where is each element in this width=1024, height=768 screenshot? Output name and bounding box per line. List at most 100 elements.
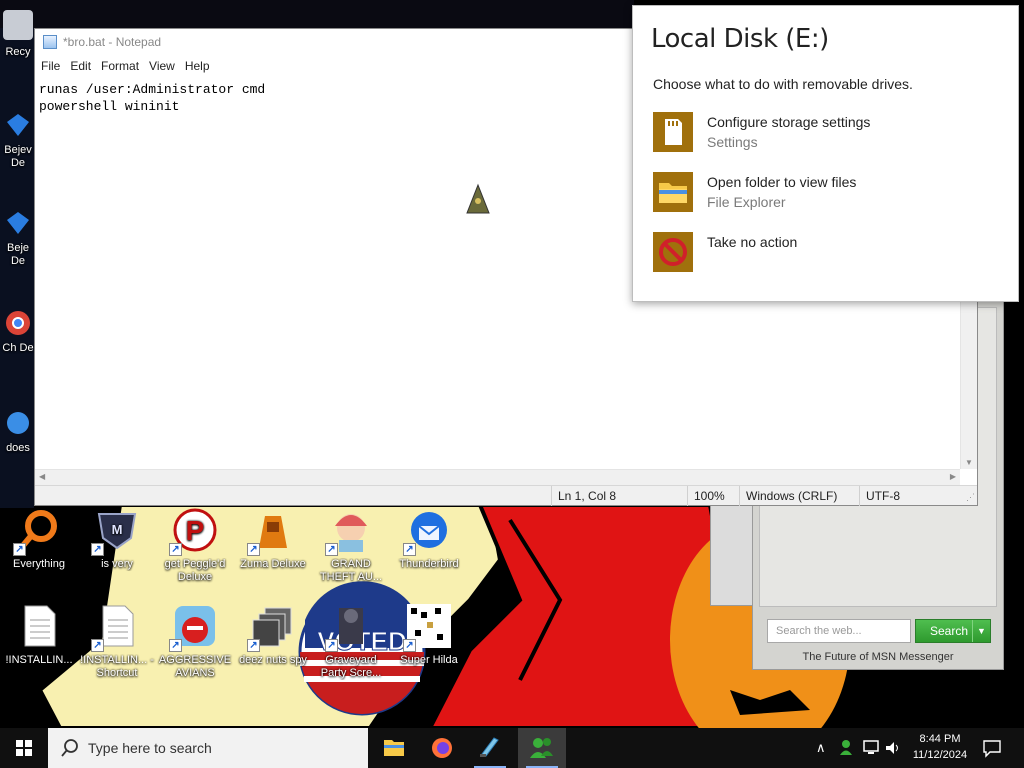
stacked-windows-icon: ↗ bbox=[247, 604, 295, 652]
text-file-icon bbox=[17, 604, 61, 648]
desktop-icon-gta[interactable]: ↗ GRAND THEFT AU... bbox=[312, 504, 390, 596]
autoplay-subtitle: Choose what to do with removable drives. bbox=[653, 76, 913, 92]
text-file-icon: ↗ bbox=[91, 604, 139, 652]
folder-icon bbox=[384, 740, 404, 756]
folder-icon bbox=[653, 172, 693, 212]
app-icon bbox=[5, 410, 31, 436]
search-icon bbox=[61, 739, 78, 757]
desktop-icon-label: GRAND THEFT AU... bbox=[319, 558, 383, 583]
msn-search-button[interactable]: Search ▼ bbox=[915, 619, 991, 643]
desktop-icon-is-very[interactable]: M ↗ is very bbox=[78, 504, 156, 596]
shortcut-arrow-icon: ↗ bbox=[325, 543, 338, 556]
menu-format[interactable]: Format bbox=[101, 59, 147, 73]
status-line-ending: Windows (CRLF) bbox=[739, 486, 857, 506]
start-button[interactable] bbox=[0, 728, 48, 768]
notification-icon[interactable] bbox=[982, 738, 1002, 758]
desktop-icon-label: !INSTALLIN... bbox=[5, 654, 73, 666]
desktop-icon-deez-nuts-spy[interactable]: ↗ deez nuts spy bbox=[234, 600, 312, 692]
scroll-down-arrow-icon[interactable]: ▼ bbox=[965, 458, 973, 467]
shortcut-arrow-icon: ↗ bbox=[403, 639, 416, 652]
menu-edit[interactable]: Edit bbox=[70, 59, 99, 73]
status-encoding: UTF-8 bbox=[859, 486, 959, 506]
status-cursor-position: Ln 1, Col 8 bbox=[551, 486, 685, 506]
taskbar-search-placeholder: Type here to search bbox=[88, 740, 212, 756]
autoplay-option-label: Take no action bbox=[707, 234, 798, 250]
scroll-right-arrow-icon[interactable]: ▶ bbox=[950, 472, 956, 481]
shield-logo-icon: M ↗ bbox=[91, 508, 139, 556]
taskbar-clock[interactable]: 8:44 PM 11/12/2024 bbox=[906, 731, 974, 763]
desktop-icon-installin-1[interactable]: !INSTALLIN... bbox=[0, 600, 78, 692]
desktop-icon-bejeweled-1[interactable]: Bejev De bbox=[0, 108, 36, 200]
desktop-icon-does[interactable]: does bbox=[0, 406, 36, 498]
autoplay-option-open-folder[interactable]: Open folder to view files File Explorer bbox=[653, 172, 993, 216]
desktop-icon-thunderbird[interactable]: ↗ Thunderbird bbox=[390, 504, 468, 596]
shortcut-arrow-icon: ↗ bbox=[91, 543, 104, 556]
notepad-title: *bro.bat - Notepad bbox=[63, 35, 162, 49]
sd-card-icon bbox=[653, 112, 693, 152]
bejeweled-icon bbox=[5, 210, 31, 236]
desktop-icon-graveyard-party[interactable]: ↗ Graveyard Party Scre... bbox=[312, 600, 390, 692]
autoplay-option-label: Configure storage settings bbox=[707, 114, 871, 130]
chevron-down-icon[interactable]: ▼ bbox=[972, 620, 990, 642]
autoplay-option-sub: Settings bbox=[707, 134, 758, 150]
resize-grip-icon[interactable]: ⋰ bbox=[966, 492, 975, 503]
network-icon[interactable] bbox=[862, 739, 880, 757]
autoplay-option-take-no-action[interactable]: Take no action bbox=[653, 232, 993, 276]
anime-character-icon: ↗ bbox=[325, 508, 373, 556]
taskbar-notepad[interactable] bbox=[466, 728, 514, 768]
menu-help[interactable]: Help bbox=[185, 59, 218, 73]
bejeweled-icon bbox=[5, 112, 31, 138]
autoplay-flyout: Local Disk (E:) Choose what to do with r… bbox=[632, 5, 1019, 302]
msn-search-input[interactable]: Search the web... bbox=[767, 619, 911, 643]
shortcut-arrow-icon: ↗ bbox=[91, 639, 104, 652]
desktop-icon-chrome[interactable]: Ch De bbox=[0, 306, 36, 398]
desktop-icon-bejeweled-2[interactable]: Beje De bbox=[0, 206, 36, 298]
notepad-icon bbox=[480, 737, 499, 757]
desktop-icon-label: is very bbox=[101, 558, 133, 570]
desktop-icon-super-hilda[interactable]: ↗ Super Hilda bbox=[390, 600, 468, 692]
chevron-up-icon[interactable]: ∧ bbox=[816, 740, 826, 756]
desktop-icon-zuma[interactable]: ↗ Zuma Deluxe bbox=[234, 504, 312, 596]
menu-file[interactable]: File bbox=[41, 59, 68, 73]
desktop-icon-label: Thunderbird bbox=[399, 558, 459, 570]
thunderbird-icon: ↗ bbox=[403, 508, 451, 556]
volume-icon[interactable] bbox=[884, 739, 902, 757]
shortcut-arrow-icon: ↗ bbox=[247, 543, 260, 556]
taskbar-file-explorer[interactable] bbox=[370, 728, 418, 768]
desktop-icon-aggressive-avians[interactable]: ↗ AGGRESSIVE AVIANS bbox=[156, 600, 234, 692]
taskbar-firefox[interactable] bbox=[418, 728, 466, 768]
scroll-left-arrow-icon[interactable]: ◀ bbox=[39, 472, 45, 481]
autoplay-option-configure-storage[interactable]: Configure storage settings Settings bbox=[653, 112, 993, 156]
svg-text:P: P bbox=[186, 515, 205, 546]
desktop-icon-label: AGGRESSIVE AVIANS bbox=[158, 654, 232, 679]
desktop-icon-label: Recy bbox=[5, 46, 31, 58]
desktop-icon-label: get Peggle'd Deluxe bbox=[164, 558, 226, 583]
chrome-icon bbox=[5, 310, 31, 336]
desktop-icon-everything[interactable]: ↗ Everything bbox=[0, 504, 78, 596]
taskbar-search-box[interactable]: Type here to search bbox=[48, 728, 368, 768]
taskbar-msn-messenger[interactable] bbox=[518, 728, 566, 768]
notepad-horizontal-scrollbar[interactable]: ◀ ▶ bbox=[35, 469, 960, 485]
svg-text:M: M bbox=[112, 522, 123, 537]
clock-date: 11/12/2024 bbox=[912, 749, 968, 761]
autoplay-option-sub: File Explorer bbox=[707, 194, 786, 210]
msn-tray-icon[interactable] bbox=[838, 738, 856, 756]
menu-view[interactable]: View bbox=[149, 59, 183, 73]
desktop-icon-installin-shortcut[interactable]: ↗ !INSTALLIN... - Shortcut bbox=[78, 600, 156, 692]
desktop-icon-peggle[interactable]: P ↗ get Peggle'd Deluxe bbox=[156, 504, 234, 596]
desktop-icon-label: Everything bbox=[13, 558, 65, 570]
desktop-icon-label: deez nuts spy bbox=[239, 654, 307, 666]
shortcut-arrow-icon: ↗ bbox=[247, 639, 260, 652]
msn-search-button-label: Search bbox=[930, 624, 969, 638]
desktop-icon-label: Graveyard Party Scre... bbox=[320, 654, 382, 679]
notepad-statusbar: Ln 1, Col 8 100% Windows (CRLF) UTF-8 ⋰ bbox=[35, 485, 977, 506]
zuma-icon: ↗ bbox=[247, 508, 295, 556]
pixel-art-icon: ↗ bbox=[403, 604, 451, 652]
firefox-icon bbox=[432, 738, 452, 758]
msn-messenger-icon bbox=[530, 738, 553, 758]
desktop-icon-label: Bejev De bbox=[4, 144, 32, 169]
desktop-icon-recycle-bin[interactable]: Recy bbox=[0, 6, 36, 98]
shortcut-arrow-icon: ↗ bbox=[13, 543, 26, 556]
taskbar: Type here to search ∧ 8:44 PM 11/12/2024 bbox=[0, 728, 1024, 768]
recycle-bin-icon bbox=[3, 10, 33, 40]
